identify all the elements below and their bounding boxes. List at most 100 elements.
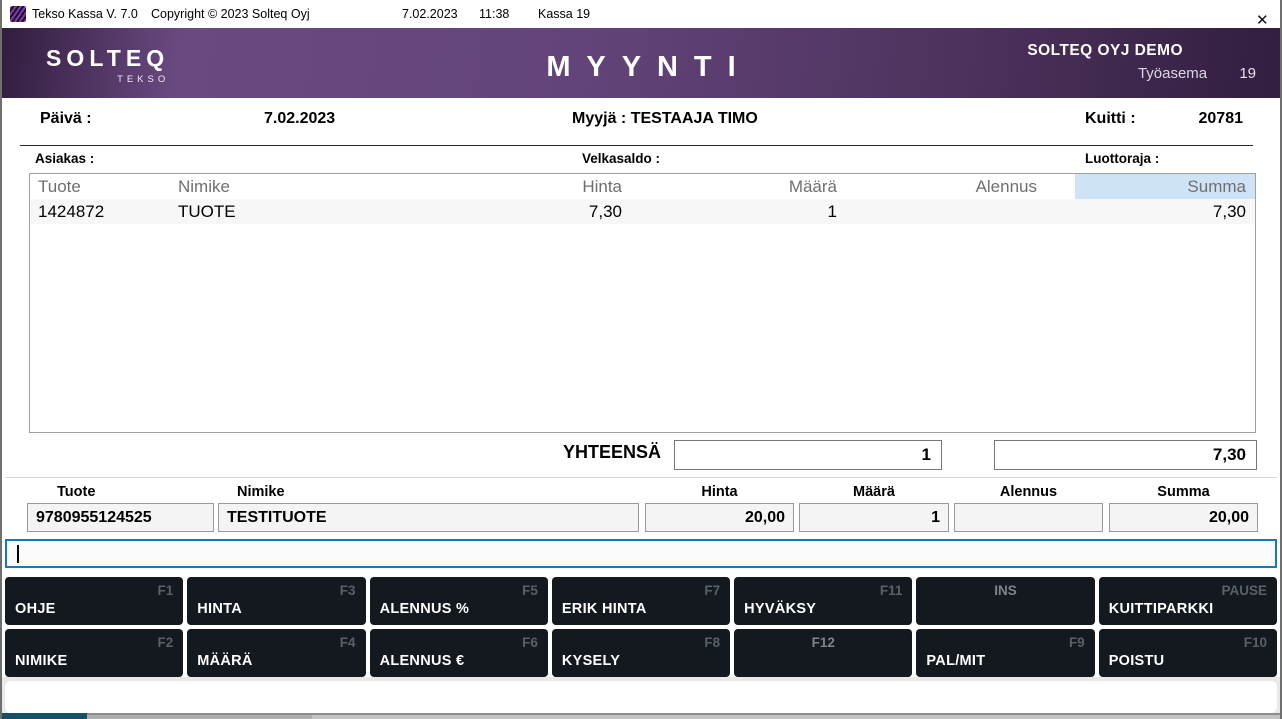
entry-maara-field[interactable]: 1	[799, 503, 949, 532]
entry-hinta-label: Hinta	[645, 484, 794, 500]
entry-tuote-field[interactable]: 9780955124525	[27, 503, 214, 532]
cell-summa: 7,30	[1075, 199, 1255, 224]
button-kuittiparkki[interactable]: KUITTIPARKKI PAUSE	[1099, 577, 1277, 625]
button-hyvaksy[interactable]: HYVÄKSY F11	[734, 577, 912, 625]
app-header: SOLTEQ TEKSO MYYNTI SOLTEQ OYJ DEMO Työa…	[2, 28, 1280, 98]
receipt-label: Kuitti :	[1085, 110, 1136, 128]
button-label: ALENNUS €	[380, 653, 465, 669]
entry-maara-label: Määrä	[799, 484, 949, 500]
function-key-grid: OHJE F1 HINTA F3 ALENNUS % F5 ERIK HINTA…	[5, 577, 1277, 677]
button-label: HYVÄKSY	[744, 601, 816, 617]
text-caret	[17, 545, 19, 563]
credit-label: Luottoraja :	[1085, 151, 1159, 166]
button-label: OHJE	[15, 601, 56, 617]
copyright-text: Copyright © 2023 Solteq Oyj	[151, 7, 310, 21]
button-label: NIMIKE	[15, 653, 68, 669]
app-window: Tekso Kassa V. 7.0 Copyright © 2023 Solt…	[0, 0, 1282, 719]
button-nimike[interactable]: NIMIKE F2	[5, 629, 183, 677]
button-hinta[interactable]: HINTA F3	[187, 577, 365, 625]
section-divider	[5, 477, 1277, 478]
key-label: F6	[522, 635, 538, 650]
info-divider	[20, 145, 1253, 146]
column-header-hinta: Hinta	[360, 174, 630, 199]
column-header-nimike: Nimike	[170, 174, 360, 199]
key-label: F3	[340, 583, 356, 598]
cell-tuote: 1424872	[30, 199, 170, 224]
key-label: INS	[916, 583, 1094, 598]
button-erik-hinta[interactable]: ERIK HINTA F7	[552, 577, 730, 625]
button-poistu[interactable]: POISTU F10	[1099, 629, 1277, 677]
key-label: F4	[340, 635, 356, 650]
button-label: KYSELY	[562, 653, 620, 669]
button-label: ERIK HINTA	[562, 601, 647, 617]
cell-nimike: TUOTE	[170, 199, 360, 224]
column-header-maara: Määrä	[630, 174, 845, 199]
cell-hinta: 7,30	[360, 199, 630, 224]
app-icon	[10, 6, 26, 22]
workstation-number: 19	[1239, 65, 1256, 82]
column-header-tuote: Tuote	[30, 174, 170, 199]
sales-table-header: Tuote Nimike Hinta Määrä Alennus Summa	[30, 174, 1255, 199]
cell-maara: 1	[630, 199, 845, 224]
bottom-shade-block	[87, 715, 312, 719]
workstation-row: Työasema 19	[1027, 65, 1256, 82]
bottom-teal-block	[2, 713, 87, 719]
button-label: PAL/MIT	[926, 653, 985, 669]
titlebar-register: Kassa 19	[538, 7, 590, 21]
key-label: F9	[1069, 635, 1085, 650]
seller-label: Myyjä :	[572, 110, 626, 127]
receipt-value: 20781	[1199, 110, 1244, 128]
totals-sum-box: 7,30	[994, 440, 1257, 470]
key-label: F12	[734, 635, 912, 650]
key-label: F7	[704, 583, 720, 598]
button-ohje[interactable]: OHJE F1	[5, 577, 183, 625]
bottom-message-strip	[5, 681, 1277, 713]
entry-summa-label: Summa	[1109, 484, 1258, 500]
totals-quantity-box: 1	[674, 440, 942, 470]
entry-alennus-label: Alennus	[954, 484, 1103, 500]
button-label: POISTU	[1109, 653, 1165, 669]
key-label: F1	[158, 583, 174, 598]
button-label: HINTA	[197, 601, 242, 617]
window-titlebar: Tekso Kassa V. 7.0 Copyright © 2023 Solt…	[2, 0, 1280, 28]
key-label: F11	[880, 583, 903, 598]
cell-alennus	[845, 199, 1075, 224]
header-right-block: SOLTEQ OYJ DEMO Työasema 19	[1027, 42, 1256, 82]
date-value: 7.02.2023	[264, 110, 335, 128]
button-alennus-prosentti[interactable]: ALENNUS % F5	[370, 577, 548, 625]
entry-tuote-label: Tuote	[57, 484, 95, 500]
entry-hinta-field[interactable]: 20,00	[645, 503, 794, 532]
button-label: ALENNUS %	[380, 601, 470, 617]
customer-label: Asiakas :	[35, 151, 94, 166]
button-pal-mit[interactable]: PAL/MIT F9	[916, 629, 1094, 677]
key-label: F5	[522, 583, 538, 598]
entry-nimike-field[interactable]: TESTITUOTE	[218, 503, 639, 532]
key-label: F2	[158, 635, 174, 650]
window-title: Tekso Kassa V. 7.0	[32, 7, 138, 21]
seller-value: TESTAAJA TIMO	[631, 110, 758, 127]
close-button[interactable]: ✕	[1238, 0, 1274, 28]
button-kysely[interactable]: KYSELY F8	[552, 629, 730, 677]
command-input[interactable]	[5, 539, 1277, 568]
key-label: F8	[704, 635, 720, 650]
entry-alennus-field[interactable]	[954, 503, 1103, 532]
seller-line: Myyjä : TESTAAJA TIMO	[572, 110, 758, 128]
debt-label: Velkasaldo :	[582, 151, 660, 166]
key-label: F10	[1244, 635, 1267, 650]
totals-label: YHTEENSÄ	[563, 442, 661, 463]
sales-table: Tuote Nimike Hinta Määrä Alennus Summa 1…	[29, 173, 1256, 433]
button-label: MÄÄRÄ	[197, 653, 252, 669]
button-ins[interactable]: INS	[916, 577, 1094, 625]
table-row[interactable]: 1424872 TUOTE 7,30 1 7,30	[30, 199, 1255, 224]
titlebar-date: 7.02.2023	[402, 7, 458, 21]
workstation-label: Työasema	[1138, 65, 1207, 82]
column-header-alennus: Alennus	[845, 174, 1075, 199]
column-header-summa: Summa	[1075, 174, 1255, 199]
button-f12[interactable]: F12	[734, 629, 912, 677]
button-maara[interactable]: MÄÄRÄ F4	[187, 629, 365, 677]
button-alennus-euro[interactable]: ALENNUS € F6	[370, 629, 548, 677]
entry-nimike-label: Nimike	[237, 484, 285, 500]
date-label: Päivä :	[40, 110, 92, 128]
titlebar-time: 11:38	[479, 7, 509, 21]
entry-summa-field[interactable]: 20,00	[1109, 503, 1258, 532]
